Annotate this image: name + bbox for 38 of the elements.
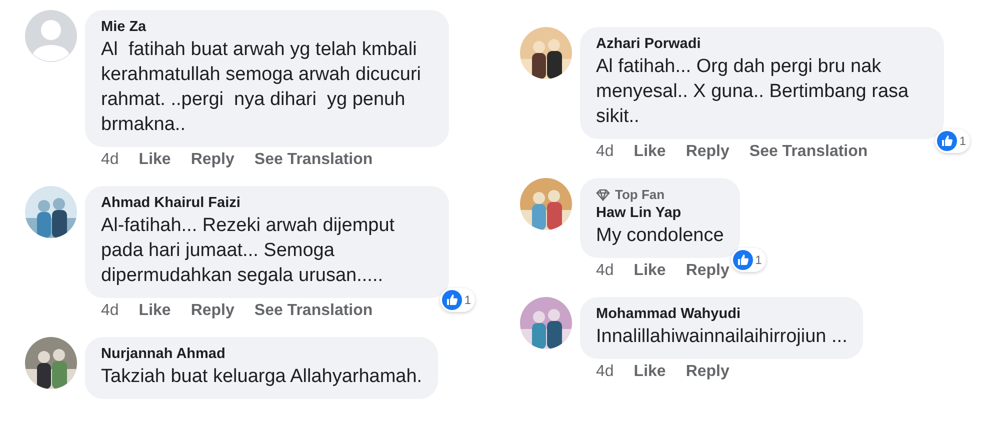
- reaction-count[interactable]: 1: [935, 129, 970, 153]
- thumbs-up-icon: [442, 290, 462, 310]
- thumbs-up-icon: [937, 131, 958, 151]
- comment-text: Innalillahiwainnailaihirrojiun ...: [596, 325, 848, 349]
- like-link[interactable]: Like: [138, 302, 171, 320]
- reply-link[interactable]: Reply: [190, 151, 234, 169]
- commenter-name[interactable]: Mie Za: [101, 19, 433, 35]
- reply-link[interactable]: Reply: [686, 143, 730, 161]
- reply-link[interactable]: Reply: [686, 363, 730, 381]
- see-translation-link[interactable]: See Translation: [254, 302, 373, 320]
- top-fan-label: Top Fan: [615, 187, 665, 202]
- diamond-icon: [596, 188, 610, 200]
- comment-time: 4d: [596, 262, 614, 280]
- reaction-count[interactable]: 1: [731, 248, 766, 272]
- thumbs-up-icon: [733, 250, 754, 270]
- comment-text: Al fatihah buat arwah yg telah kmbali kerahmatullah semoga arwah dicucuri rahmat. ..pergi nya dihari yg penuh brmakna..: [101, 38, 422, 137]
- commenter-name[interactable]: Haw Lin Yap: [596, 205, 724, 221]
- see-translation-link[interactable]: See Translation: [254, 151, 373, 169]
- comment-text: Takziah buat keluarga Allahyarhamah.: [101, 365, 422, 389]
- like-link[interactable]: Like: [634, 363, 666, 381]
- reply-link[interactable]: Reply: [190, 302, 234, 320]
- like-link[interactable]: Like: [634, 262, 666, 280]
- reply-link[interactable]: Reply: [686, 262, 730, 280]
- comment-text: My condolence: [596, 224, 724, 248]
- commenter-name[interactable]: Ahmad Khairul Faizi: [101, 195, 433, 211]
- comment-time: 4d: [596, 143, 614, 161]
- comment-time: 4d: [101, 151, 119, 169]
- commenter-name[interactable]: Azhari Porwadi: [596, 36, 928, 52]
- see-translation-link[interactable]: See Translation: [749, 143, 868, 161]
- comment-time: 4d: [101, 302, 119, 320]
- comment-text: Al fatihah... Org dah pergi bru nak menyesal.. X guna.. Bertimbang rasa sikit..: [596, 55, 910, 129]
- like-link[interactable]: Like: [138, 151, 171, 169]
- like-link[interactable]: Like: [634, 143, 666, 161]
- comment-time: 4d: [596, 363, 614, 381]
- comment-text: Al-fatihah... Rezeki arwah dijemput pada hari jumaat... Semoga dipermudahkan segala urusan.....: [101, 214, 396, 288]
- commenter-name[interactable]: Mohammad Wahyudi: [596, 306, 848, 322]
- commenter-name[interactable]: Nurjannah Ahmad: [101, 346, 422, 362]
- reaction-count[interactable]: 1: [440, 288, 475, 312]
